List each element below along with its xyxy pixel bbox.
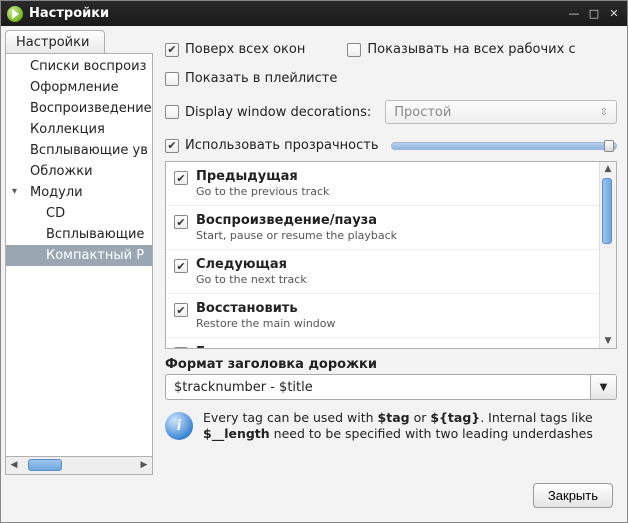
list-item[interactable]: Громкость	[166, 338, 599, 348]
list-item-title: Следующая	[196, 257, 307, 272]
nav-item-7[interactable]: CD	[6, 203, 152, 224]
nav-item-label: Модули	[30, 185, 83, 200]
checkbox-show-playlist[interactable]	[165, 72, 179, 86]
decoration-style-combo[interactable]: Простой ⇳	[385, 100, 617, 124]
checkbox-all-workspaces[interactable]	[347, 43, 361, 57]
chevron-down-icon: ▼	[600, 382, 608, 393]
nav-item-label: Воспроизведение	[30, 101, 152, 116]
list-item-checkbox[interactable]	[174, 215, 188, 229]
label-all-workspaces: Показывать на всех рабочих с	[367, 42, 575, 57]
list-item-checkbox[interactable]	[174, 259, 188, 273]
info-note: i Every tag can be used with $tag or ${t…	[165, 410, 617, 443]
option-window-decorations[interactable]: Display window decorations: Простой ⇳	[159, 96, 623, 128]
slider-handle[interactable]	[604, 140, 614, 152]
info-icon: i	[165, 412, 193, 440]
nav-item-2[interactable]: Воспроизведение	[6, 98, 152, 119]
sidebar-h-scrollbar[interactable]: ◀ ▶	[5, 457, 153, 475]
checkbox-transparency[interactable]	[165, 139, 179, 153]
label-on-top: Поверх всех окон	[185, 42, 305, 57]
list-item[interactable]: Воспроизведение/паузаStart, pause or res…	[166, 206, 599, 250]
title-format-input[interactable]: $tracknumber - $title	[165, 374, 591, 400]
nav-item-label: Списки воспроиз	[30, 59, 146, 74]
list-v-scrollbar[interactable]: ▲ ▼	[600, 162, 616, 348]
expander-icon[interactable]: ▾	[12, 186, 22, 197]
option-all-workspaces[interactable]: Показывать на всех рабочих с	[341, 38, 581, 61]
nav-item-8[interactable]: Всплывающие	[6, 224, 152, 245]
dialog-footer: Закрыть	[5, 475, 623, 518]
list-item-subtitle: Go to the previous track	[196, 185, 329, 198]
option-show-playlist[interactable]: Показать в плейлисте	[159, 67, 623, 90]
nav-item-6[interactable]: ▾ Модули	[6, 182, 152, 203]
option-transparency[interactable]: Использовать прозрачность	[159, 134, 623, 157]
nav-item-label: Коллекция	[30, 122, 105, 137]
scroll-thumb[interactable]	[28, 459, 62, 471]
scroll-right-icon[interactable]: ▶	[136, 457, 152, 473]
nav-item-label: Оформление	[30, 80, 119, 95]
checkbox-window-decorations[interactable]	[165, 105, 179, 119]
window-title: Настройки	[29, 6, 561, 21]
nav-item-label: Всплывающие	[46, 227, 144, 242]
controls-list: ПредыдущаяGo to the previous trackВоспро…	[165, 161, 617, 349]
app-icon	[7, 6, 23, 22]
close-window-button[interactable]: ✕	[607, 7, 621, 21]
info-text: Every tag can be used with $tag or ${tag…	[203, 410, 617, 443]
settings-window: Настройки — □ ✕ Настройки Списки воспрои…	[0, 0, 628, 523]
nav-item-0[interactable]: Списки воспроиз	[6, 56, 152, 77]
sidebar: Настройки Списки воспроиз Оформление Воспр…	[5, 30, 153, 475]
checkbox-on-top[interactable]	[165, 43, 179, 57]
list-item-checkbox[interactable]	[174, 347, 188, 348]
list-item[interactable]: СледующаяGo to the next track	[166, 250, 599, 294]
option-on-top[interactable]: Поверх всех окон	[159, 38, 311, 61]
nav-tree: Списки воспроиз Оформление Воспроизведение…	[5, 53, 153, 457]
nav-item-3[interactable]: Коллекция	[6, 119, 152, 140]
nav-item-label: Всплывающие ув	[30, 143, 148, 158]
list-item[interactable]: ВосстановитьRestore the main window	[166, 294, 599, 338]
list-item-checkbox[interactable]	[174, 171, 188, 185]
label-window-decorations: Display window decorations:	[185, 105, 371, 120]
list-item-subtitle: Restore the main window	[196, 317, 336, 330]
list-item-subtitle: Go to the next track	[196, 273, 307, 286]
minimize-button[interactable]: —	[567, 7, 581, 21]
nav-item-label: CD	[46, 206, 65, 221]
title-format-value: $tracknumber - $title	[174, 380, 313, 395]
nav-item-label: Обложки	[30, 164, 93, 179]
list-item-subtitle: Start, pause or resume the playback	[196, 229, 397, 242]
decoration-style-value: Простой	[394, 105, 451, 120]
titlebar[interactable]: Настройки — □ ✕	[1, 1, 627, 26]
list-item-title: Восстановить	[196, 301, 336, 316]
format-section-label: Формат заголовка дорожки	[159, 349, 623, 374]
nav-item-4[interactable]: Всплывающие ув	[6, 140, 152, 161]
scroll-down-icon[interactable]: ▼	[600, 334, 616, 348]
close-button[interactable]: Закрыть	[533, 483, 613, 508]
transparency-slider[interactable]	[391, 142, 617, 150]
list-scroll-thumb[interactable]	[602, 178, 612, 244]
list-item-checkbox[interactable]	[174, 303, 188, 317]
scroll-up-icon[interactable]: ▲	[600, 162, 616, 176]
scroll-left-icon[interactable]: ◀	[6, 457, 22, 473]
list-item-title: Громкость	[196, 345, 274, 348]
sidebar-tab[interactable]: Настройки	[5, 30, 105, 54]
label-show-playlist: Показать в плейлисте	[185, 71, 337, 86]
nav-item-5[interactable]: Обложки	[6, 161, 152, 182]
title-format-dropdown-button[interactable]: ▼	[591, 374, 617, 400]
list-item-title: Воспроизведение/пауза	[196, 213, 397, 228]
nav-item-label: Компактный Р	[46, 248, 144, 263]
nav-item-1[interactable]: Оформление	[6, 77, 152, 98]
list-item[interactable]: ПредыдущаяGo to the previous track	[166, 162, 599, 206]
window-body: Настройки Списки воспроиз Оформление Воспр…	[1, 26, 627, 522]
list-item-title: Предыдущая	[196, 169, 329, 184]
chevron-updown-icon: ⇳	[600, 107, 608, 118]
nav-item-9[interactable]: Компактный Р	[6, 245, 152, 266]
label-transparency: Использовать прозрачность	[185, 138, 379, 153]
maximize-button[interactable]: □	[587, 7, 601, 21]
content-pane: Поверх всех окон Показывать на всех рабо…	[159, 30, 623, 475]
